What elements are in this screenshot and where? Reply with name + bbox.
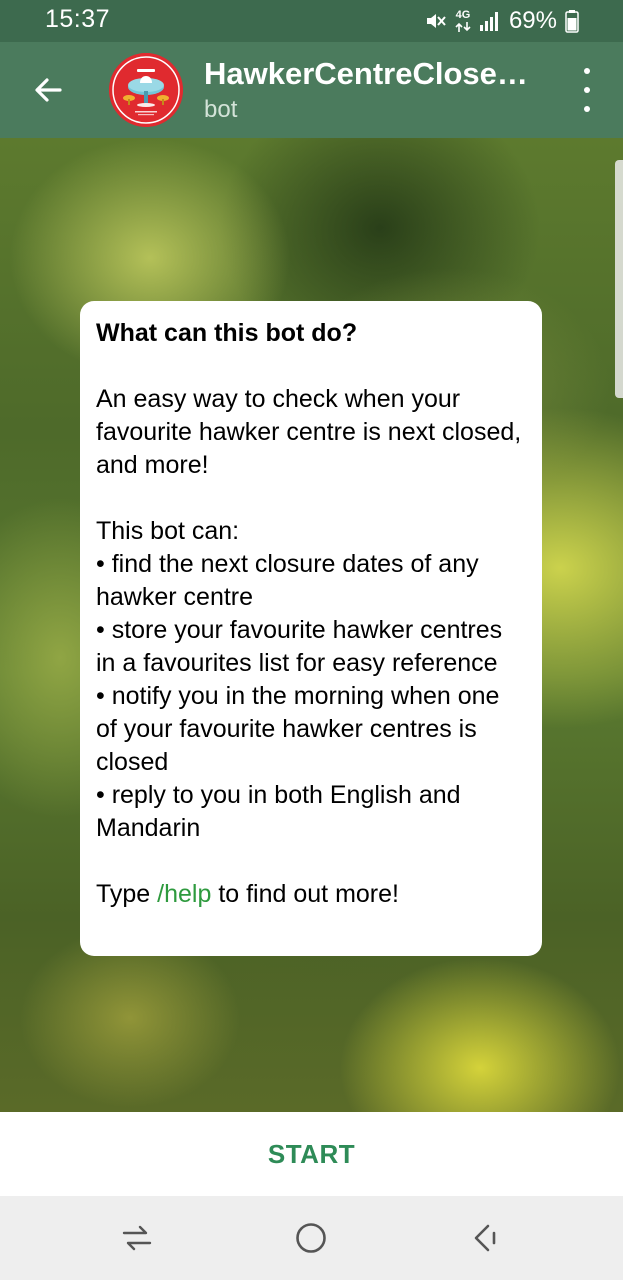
feature-item: • find the next closure dates of any haw… bbox=[96, 550, 479, 611]
chat-header: HawkerCentreClosedB… bot bbox=[0, 42, 623, 138]
back-button[interactable] bbox=[24, 66, 72, 114]
recent-apps-button[interactable] bbox=[115, 1216, 159, 1260]
nav-back-button[interactable] bbox=[463, 1216, 507, 1260]
feature-item: • reply to you in both English and Manda… bbox=[96, 781, 461, 842]
bot-info-card: What can this bot do? An easy way to che… bbox=[80, 301, 542, 956]
mute-vibrate-icon bbox=[426, 14, 446, 28]
telegram-bot-chat-screen: 15:37 4G 69% HawkerCentreClosedB… bot Wh… bbox=[0, 0, 623, 1280]
4g-data-icon: 4G bbox=[455, 8, 471, 33]
back-icon bbox=[474, 1224, 496, 1252]
more-options-button[interactable] bbox=[575, 68, 599, 112]
help-prefix: Type bbox=[96, 880, 158, 908]
battery-icon bbox=[565, 10, 579, 33]
battery-percent: 69% bbox=[508, 7, 557, 34]
bot-info-list-intro: This bot can: bbox=[96, 517, 240, 545]
arrow-left-icon bbox=[35, 78, 62, 102]
dot-icon bbox=[584, 106, 590, 112]
start-button[interactable]: START bbox=[0, 1112, 623, 1196]
network-type-label: 4G bbox=[455, 8, 471, 21]
dot-icon bbox=[584, 87, 590, 93]
start-button-label: START bbox=[267, 1138, 356, 1169]
status-time: 15:37 bbox=[45, 5, 111, 33]
signal-icon bbox=[479, 12, 498, 31]
bot-avatar[interactable] bbox=[109, 53, 183, 127]
chat-background[interactable]: What can this bot do? An easy way to che… bbox=[0, 138, 623, 1112]
help-line: Type /help to find out more! bbox=[96, 878, 526, 911]
status-bar: 15:37 4G 69% bbox=[0, 0, 623, 42]
help-suffix: to find out more! bbox=[211, 880, 399, 908]
chat-subtitle: bot bbox=[204, 96, 238, 123]
bot-info-title: What can this bot do? bbox=[96, 319, 358, 347]
feature-item: • store your favourite hawker centres in… bbox=[96, 616, 503, 677]
scroll-indicator[interactable] bbox=[615, 160, 623, 398]
hawker-table-logo-icon bbox=[109, 53, 183, 127]
help-command-link[interactable]: /help bbox=[157, 880, 211, 908]
dot-icon bbox=[584, 68, 590, 74]
home-icon bbox=[296, 1223, 326, 1253]
bot-info-intro: An easy way to check when your favourite… bbox=[96, 385, 522, 479]
data-arrows-icon bbox=[455, 21, 471, 32]
home-button[interactable] bbox=[289, 1216, 333, 1260]
chat-title[interactable]: HawkerCentreClosedB… bbox=[204, 56, 544, 92]
status-icons: 4G 69% bbox=[423, 6, 579, 36]
feature-item: • notify you in the morning when one of … bbox=[96, 682, 500, 776]
system-nav-bar bbox=[0, 1196, 623, 1280]
recent-apps-icon bbox=[122, 1225, 152, 1251]
